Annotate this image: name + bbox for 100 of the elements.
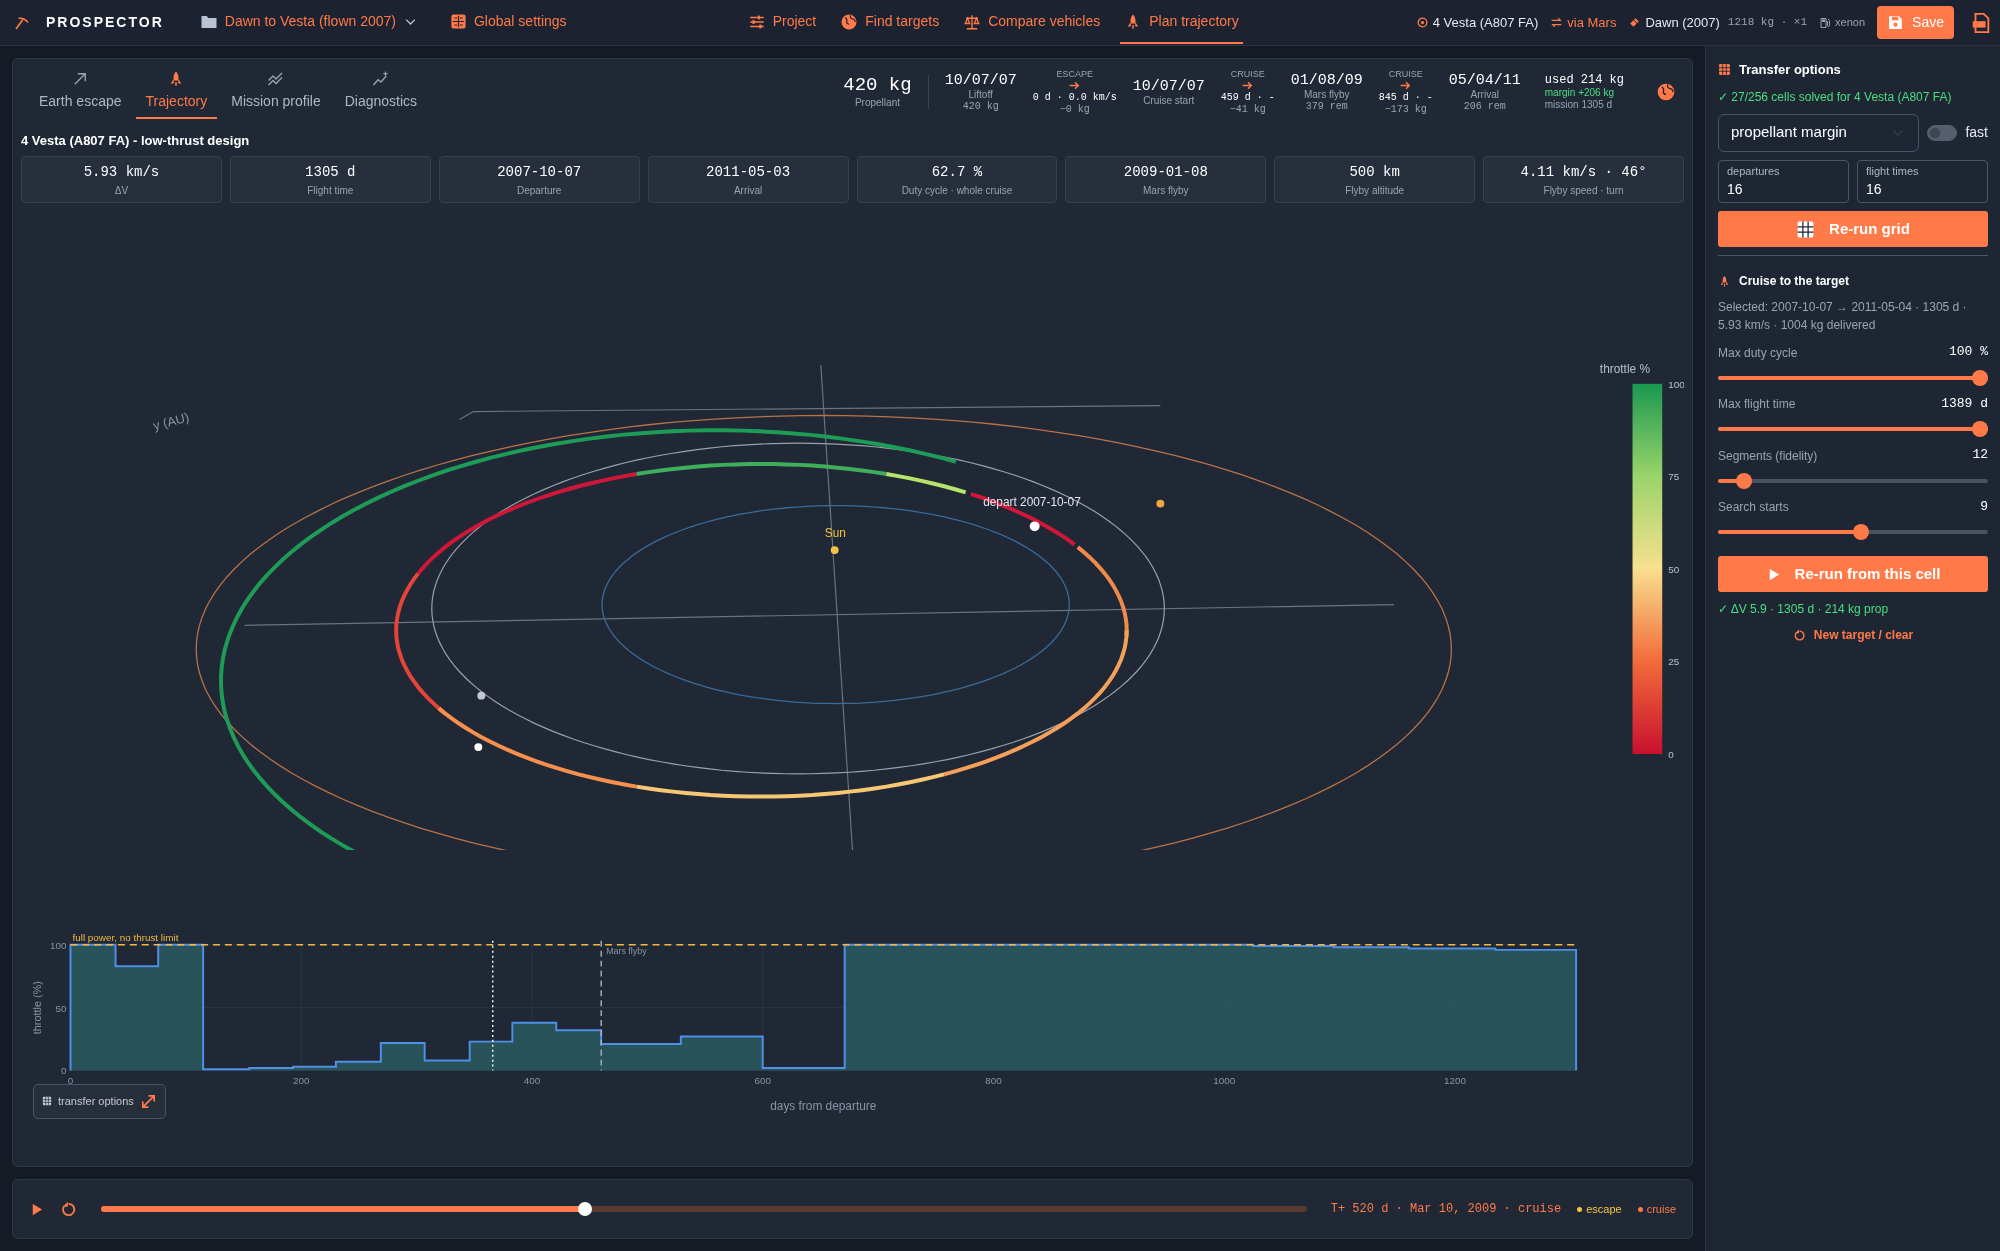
view-tab[interactable]: Earth escape <box>29 65 132 119</box>
reset-button[interactable] <box>60 1200 77 1218</box>
leg-duration: 459 d · - <box>1220 92 1275 104</box>
new-target-button[interactable]: New target / clear <box>1792 626 1914 644</box>
vehicle-mass: 1218 kg · ×1 <box>1727 15 1808 31</box>
route-label: via Mars <box>1567 13 1617 32</box>
stat-value: 62.7 % <box>931 162 983 182</box>
colorbar-title: throttle % <box>1599 361 1650 376</box>
slider-track[interactable] <box>1718 472 1988 489</box>
slider-label: Segments (fidelity) <box>1718 447 1818 465</box>
settings-icon <box>450 13 467 30</box>
event-label: Arrival <box>1470 89 1499 101</box>
view-tab[interactable]: Mission profile <box>221 65 331 119</box>
rocket-icon <box>1718 274 1731 288</box>
globe-button[interactable] <box>1656 82 1676 102</box>
global-settings-button[interactable]: Global settings <box>446 1 571 44</box>
leg-tag: CRUISE <box>1388 68 1423 80</box>
tick-label: 200 <box>293 1074 310 1086</box>
tick-label: 400 <box>523 1074 541 1086</box>
event-detail: 379 rem <box>1305 100 1348 113</box>
result-summary: ✓ ΔV 5.9 · 1305 d · 214 kg prop <box>1718 601 1890 618</box>
annotation-label: full power, no thrust limit <box>72 931 179 943</box>
nav-tab[interactable]: Compare vehicles <box>959 1 1105 44</box>
project-dropdown[interactable]: Dawn to Vesta (flown 2007) <box>195 1 422 44</box>
stat-value: 500 km <box>1349 162 1400 182</box>
leg-mass: −173 kg <box>1384 103 1427 116</box>
vehicle-name: Dawn (2007) <box>1645 13 1720 32</box>
propellant-value: 420 kg <box>843 75 912 98</box>
view-tab[interactable]: Trajectory <box>135 65 218 119</box>
event-date: 10/07/07 <box>1132 77 1205 95</box>
pickaxe-icon <box>14 14 30 31</box>
axis-title: throttle (%) <box>30 980 43 1034</box>
stat-value: 4.11 km/s · 46° <box>1520 162 1647 182</box>
event-label: Liftoff <box>968 89 993 101</box>
tick-label: 100 <box>50 939 67 951</box>
event-detail: 206 rem <box>1463 100 1506 113</box>
transfer-options-button[interactable]: transfer options <box>33 1083 166 1119</box>
metric-select[interactable]: propellant margin <box>1718 113 1920 152</box>
event-date: 01/08/09 <box>1290 71 1363 90</box>
fuel-pump-icon <box>1819 16 1832 29</box>
colorbar-tick: 50 <box>1668 563 1680 575</box>
slider-track[interactable] <box>1718 421 1988 437</box>
number-field[interactable]: flight times 16 <box>1857 159 1988 203</box>
slider-track[interactable] <box>1718 369 1988 386</box>
stat-value: 5.93 km/s <box>83 162 160 182</box>
target-icon <box>1415 16 1429 29</box>
axis-label: y (AU) <box>151 408 191 433</box>
slider-reading: 100 % <box>1949 343 1988 361</box>
swap-icon <box>1550 16 1564 29</box>
stat-value: 2011-05-03 <box>706 162 791 182</box>
annotation-label: Mars flyby <box>606 945 647 956</box>
event-detail: 420 kg <box>962 100 999 113</box>
selection-summary: Selected: 2007-10-07 → 2011-05-04 · 1305 d · 5.93 km/s · 1004 kg delivered <box>1718 299 1968 334</box>
brand-name: PROSPECTOR <box>46 13 164 32</box>
field-value[interactable]: 16 <box>1866 179 1979 200</box>
panel-title: Transfer options <box>1739 61 1841 79</box>
slider-thumb[interactable] <box>1735 472 1752 489</box>
reset-icon <box>60 1200 77 1218</box>
grid-icon <box>1796 219 1816 239</box>
slider-thumb[interactable] <box>1972 369 1988 386</box>
design-title: 4 Vesta (A807 FA) - low-thrust design <box>21 132 251 150</box>
colorbar-tick: 100 <box>1668 378 1684 390</box>
number-field[interactable]: departures 16 <box>1718 159 1849 203</box>
leg-mass: −41 kg <box>1229 103 1266 116</box>
propellant-label: xenon <box>1835 15 1866 31</box>
tick-label: 600 <box>754 1074 771 1086</box>
stat-label: ΔV <box>114 183 129 198</box>
slider-label: Search starts <box>1718 499 1789 516</box>
pdf-export-button[interactable] <box>1970 11 1992 34</box>
slider-label: Max flight time <box>1718 396 1796 413</box>
slider-reading: 12 <box>1972 446 1988 464</box>
slider-thumb[interactable] <box>1972 421 1988 437</box>
globe-icon <box>1656 82 1676 102</box>
tick-label: 1200 <box>1444 1074 1466 1086</box>
view-tab[interactable]: Diagnostics <box>334 65 428 119</box>
nav-tab[interactable]: Find targets <box>836 1 944 44</box>
timeline-thumb[interactable] <box>577 1202 592 1216</box>
stat-value: 2007-10-07 <box>497 162 582 182</box>
sparkle-chart-icon <box>371 69 390 88</box>
fast-toggle[interactable] <box>1927 124 1958 141</box>
nav-tab[interactable]: Plan trajectory <box>1120 1 1243 44</box>
tick-label: 0 <box>61 1065 67 1076</box>
timeline-slider[interactable] <box>101 1202 1307 1216</box>
document-icon <box>1970 11 1992 34</box>
legend-label: cruise <box>1646 1201 1676 1217</box>
colorbar-tick: 75 <box>1668 470 1680 482</box>
slider-thumb[interactable] <box>1852 524 1869 540</box>
sun-label: Sun <box>824 525 846 540</box>
field-value[interactable]: 16 <box>1727 179 1840 200</box>
playback-status: T+ 520 d · Mar 10, 2009 · cruise <box>1330 1201 1562 1218</box>
target-name: 4 Vesta (A807 FA) <box>1432 13 1539 32</box>
event-date: 10/07/07 <box>944 71 1017 90</box>
slider-track[interactable] <box>1718 524 1988 540</box>
leg-mass: −0 kg <box>1059 103 1090 116</box>
nav-tab[interactable]: Project <box>743 1 821 44</box>
stat-label: Departure <box>516 183 562 198</box>
slider-reading: 9 <box>1980 497 1988 516</box>
grid-icon <box>42 1096 52 1106</box>
leg-duration: 0 d · 0.0 km/s <box>1032 92 1117 104</box>
slider-reading: 1389 d <box>1941 394 1988 413</box>
